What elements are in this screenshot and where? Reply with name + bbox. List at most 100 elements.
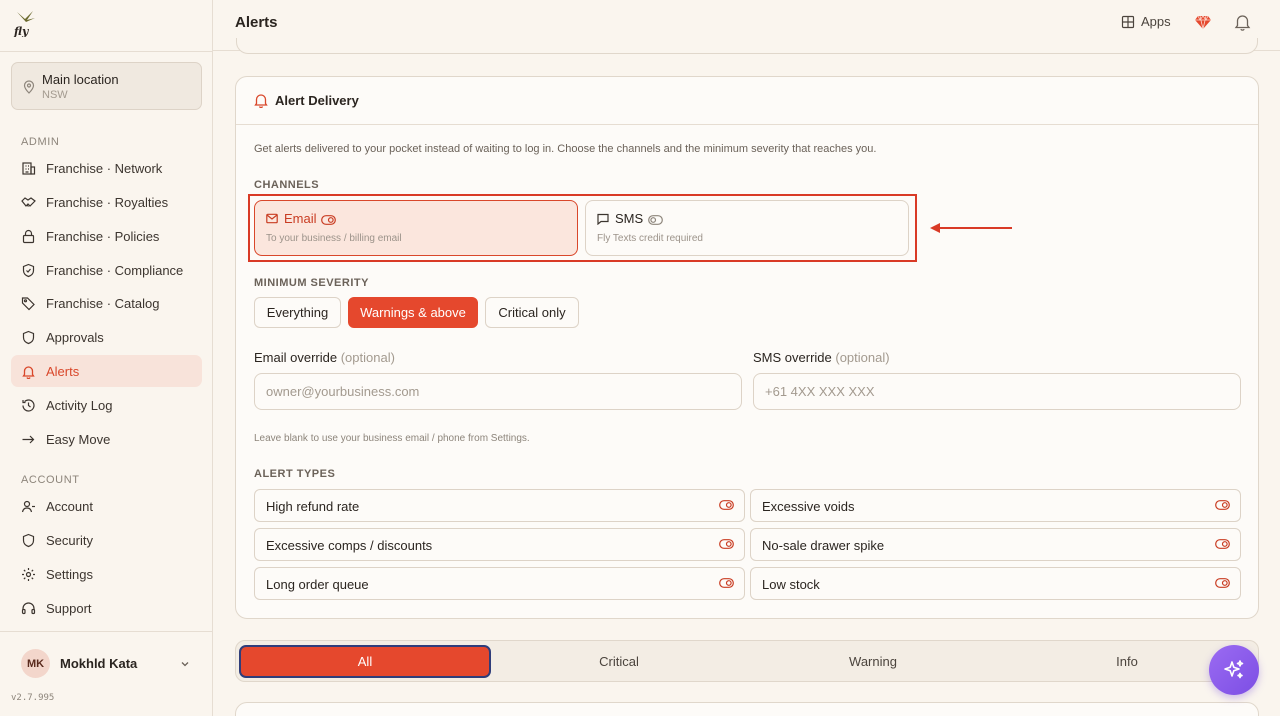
- tab-critical[interactable]: Critical: [493, 645, 745, 678]
- toggle-on-icon[interactable]: [719, 539, 734, 549]
- sparkle-icon: [1224, 660, 1244, 679]
- sidebar-item-settings[interactable]: Settings: [11, 558, 202, 590]
- toggle-on-icon[interactable]: [1215, 578, 1230, 588]
- sidebar-item-label: Easy Move: [46, 431, 111, 447]
- severity-label: MINIMUM SEVERITY: [254, 277, 369, 289]
- sidebar-item-security[interactable]: Security: [11, 524, 202, 556]
- toggle-on-icon[interactable]: [719, 578, 734, 588]
- alert-type-name: Excessive voids: [762, 499, 855, 514]
- channel-email-card[interactable]: Email To your business / billing email: [254, 200, 578, 256]
- channels-label: CHANNELS: [254, 179, 320, 191]
- user-name[interactable]: Mokhld Kata: [60, 656, 137, 671]
- channel-sms-card[interactable]: SMS Fly Texts credit required: [585, 200, 909, 256]
- alert-type-name: Low stock: [762, 577, 820, 592]
- chevron-down-icon[interactable]: [180, 659, 190, 669]
- alert-type-name: No-sale drawer spike: [762, 538, 885, 553]
- email-override-input[interactable]: owner@yourbusiness.com: [254, 373, 742, 410]
- sidebar-item-label: Franchise · Compliance: [46, 262, 184, 278]
- admin-section-label: ADMIN: [21, 136, 60, 148]
- ai-assistant-button[interactable]: [1209, 645, 1259, 695]
- map-pin-icon: [23, 80, 35, 94]
- card-title: Alert Delivery: [275, 93, 359, 108]
- field-label-text: Email override: [254, 350, 338, 365]
- page-title: Alerts: [235, 14, 278, 31]
- lock-icon: [21, 229, 36, 244]
- card-header: Alert Delivery: [236, 77, 1258, 125]
- sidebar-item-label: Security: [46, 532, 93, 548]
- channel-subtext: Fly Texts credit required: [597, 233, 703, 244]
- alert-type-row[interactable]: No-sale drawer spike: [750, 528, 1241, 561]
- channel-subtext: To your business / billing email: [266, 233, 402, 244]
- field-label-text: SMS override: [753, 350, 832, 365]
- tag-icon: [21, 296, 36, 311]
- alert-type-name: High refund rate: [266, 499, 360, 514]
- severity-critical-button[interactable]: Critical only: [485, 297, 579, 328]
- sidebar-item-activity-log[interactable]: Activity Log: [11, 389, 202, 421]
- sidebar-item-account[interactable]: Account: [11, 490, 202, 522]
- optional-tag: (optional): [835, 350, 890, 365]
- apps-label: Apps: [1141, 14, 1171, 29]
- gear-icon: [21, 567, 36, 582]
- sidebar-item-franchise-compliance[interactable]: Franchise · Compliance: [11, 254, 202, 286]
- shield-icon: [21, 263, 36, 278]
- channel-name: Email: [284, 211, 317, 226]
- alert-type-row[interactable]: Long order queue: [254, 567, 745, 600]
- sidebar-item-label: Approvals: [46, 329, 104, 345]
- message-icon: [597, 213, 609, 225]
- optional-tag: (optional): [340, 350, 395, 365]
- sidebar-item-approvals[interactable]: Approvals: [11, 321, 202, 353]
- severity-filter-tabs: All Critical Warning Info: [235, 640, 1259, 682]
- tab-all[interactable]: All: [239, 645, 491, 678]
- sms-override-input[interactable]: +61 4XX XXX XXX: [753, 373, 1241, 410]
- alert-delivery-card: Alert Delivery Get alerts delivered to y…: [235, 76, 1259, 619]
- sidebar-item-label: Activity Log: [46, 397, 113, 413]
- toggle-on-icon[interactable]: [1215, 500, 1230, 510]
- building-icon: [21, 161, 36, 176]
- handshake-icon: [21, 195, 36, 210]
- toggle-on-icon[interactable]: [321, 215, 336, 225]
- bell-icon: [21, 364, 36, 379]
- alert-type-name: Long order queue: [266, 577, 369, 592]
- toggle-off-icon[interactable]: [648, 215, 663, 225]
- shield-check-icon: [21, 330, 36, 345]
- tab-warning[interactable]: Warning: [747, 645, 999, 678]
- toggle-on-icon[interactable]: [1215, 539, 1230, 549]
- sms-override-label: SMS override (optional): [753, 350, 890, 365]
- alert-type-row[interactable]: Excessive comps / discounts: [254, 528, 745, 561]
- divider: [0, 51, 212, 52]
- account-section-label: ACCOUNT: [21, 474, 80, 486]
- avatar[interactable]: MK: [21, 649, 50, 678]
- alert-type-row[interactable]: High refund rate: [254, 489, 745, 522]
- toggle-on-icon[interactable]: [719, 500, 734, 510]
- history-icon: [21, 398, 36, 413]
- location-selector[interactable]: Main location NSW: [11, 62, 202, 110]
- alert-type-row[interactable]: Excessive voids: [750, 489, 1241, 522]
- sidebar-item-label: Account: [46, 498, 93, 514]
- sidebar-item-label: Franchise · Policies: [46, 228, 160, 244]
- sidebar-item-easy-move[interactable]: Easy Move: [11, 423, 202, 455]
- fly-logo[interactable]: fly: [13, 9, 37, 37]
- notifications-bell-icon[interactable]: [1234, 13, 1251, 31]
- sidebar-item-alerts[interactable]: Alerts: [11, 355, 202, 387]
- severity-warnings-button[interactable]: Warnings & above: [348, 297, 478, 328]
- user-icon: [21, 499, 36, 514]
- sidebar-item-support[interactable]: Support: [11, 592, 202, 624]
- sidebar-item-franchise-catalog[interactable]: Franchise · Catalog: [11, 287, 202, 319]
- sidebar-item-label: Settings: [46, 566, 93, 582]
- bell-icon: [254, 94, 268, 108]
- alerts-list-card: [235, 702, 1259, 716]
- apps-button[interactable]: Apps: [1121, 14, 1171, 29]
- sidebar-item-franchise-policies[interactable]: Franchise · Policies: [11, 220, 202, 252]
- sidebar: fly Main location NSW ADMIN Franchise · …: [0, 0, 213, 716]
- headset-icon: [21, 601, 36, 616]
- channel-name: SMS: [615, 211, 644, 226]
- sidebar-item-label: Alerts: [46, 363, 80, 379]
- gem-icon[interactable]: [1194, 13, 1212, 31]
- arrow-right-icon: [21, 432, 36, 447]
- sidebar-item-franchise-royalties[interactable]: Franchise · Royalties: [11, 186, 202, 218]
- severity-everything-button[interactable]: Everything: [254, 297, 341, 328]
- sidebar-item-franchise-network[interactable]: Franchise · Network: [11, 152, 202, 184]
- alert-type-row[interactable]: Low stock: [750, 567, 1241, 600]
- mail-icon: [266, 213, 278, 224]
- card-description: Get alerts delivered to your pocket inst…: [254, 143, 877, 155]
